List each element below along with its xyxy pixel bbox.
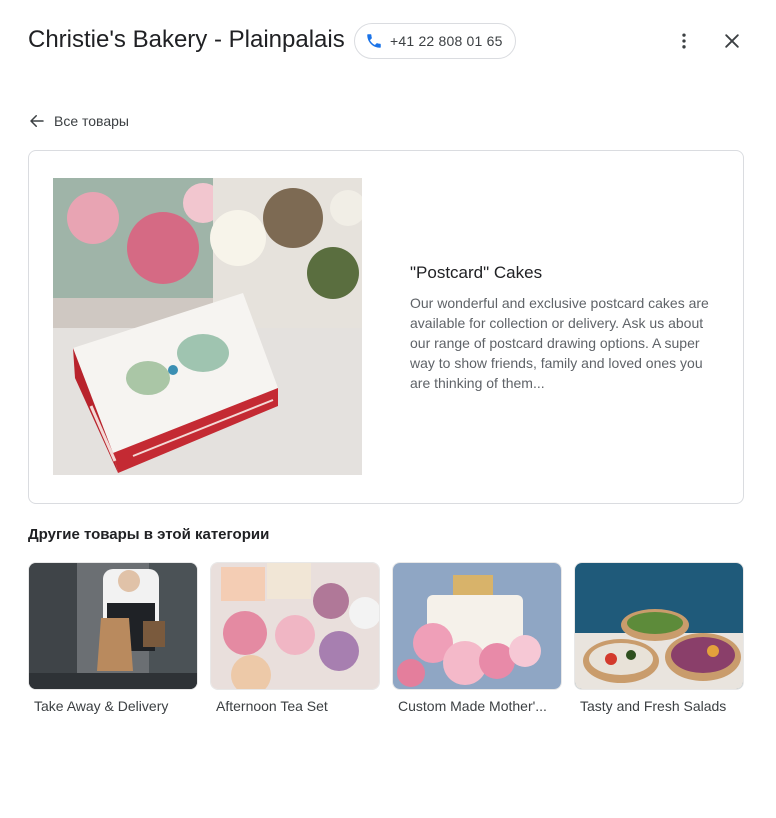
dialog-header: Christie's Bakery - Plainpalais +41 22 8… (0, 0, 776, 82)
back-link-label: Все товары (54, 113, 129, 129)
related-item-label: Take Away & Delivery (34, 698, 169, 714)
back-to-all-products-link[interactable]: Все товары (28, 110, 129, 132)
product-description: Our wonderful and exclusive postcard cak… (410, 295, 709, 391)
related-item-take-away[interactable]: Take Away & Delivery (28, 562, 198, 722)
close-button[interactable] (716, 25, 748, 57)
related-item-afternoon-tea[interactable]: Afternoon Tea Set (210, 562, 380, 722)
close-icon (722, 31, 742, 51)
related-item-thumbnail (210, 562, 380, 690)
related-products-title: Другие товары в этой категории (28, 526, 270, 543)
phone-call-button[interactable]: +41 22 808 01 65 (354, 23, 516, 59)
arrow-back-icon (28, 112, 46, 130)
product-card: "Postcard" Cakes Our wonderful and exclu… (28, 150, 744, 504)
phone-icon (365, 32, 383, 50)
related-item-label: Afternoon Tea Set (216, 698, 328, 714)
phone-number: +41 22 808 01 65 (390, 33, 503, 49)
more-options-button[interactable] (668, 25, 700, 57)
related-products-list: Take Away & Delivery Afternoon Tea Set C… (28, 562, 744, 722)
related-item-label: Tasty and Fresh Salads (580, 698, 727, 714)
related-item-label: Custom Made Mother'... (398, 698, 547, 714)
business-title: Christie's Bakery - Plainpalais (28, 26, 345, 53)
related-item-thumbnail (28, 562, 198, 690)
related-item-salads[interactable]: Tasty and Fresh Salads (574, 562, 744, 722)
product-image (53, 178, 362, 475)
related-item-custom-mothers[interactable]: Custom Made Mother'... (392, 562, 562, 722)
related-item-thumbnail (392, 562, 562, 690)
related-item-thumbnail (574, 562, 744, 690)
more-vert-icon (674, 31, 694, 51)
product-name: "Postcard" Cakes (410, 263, 543, 282)
